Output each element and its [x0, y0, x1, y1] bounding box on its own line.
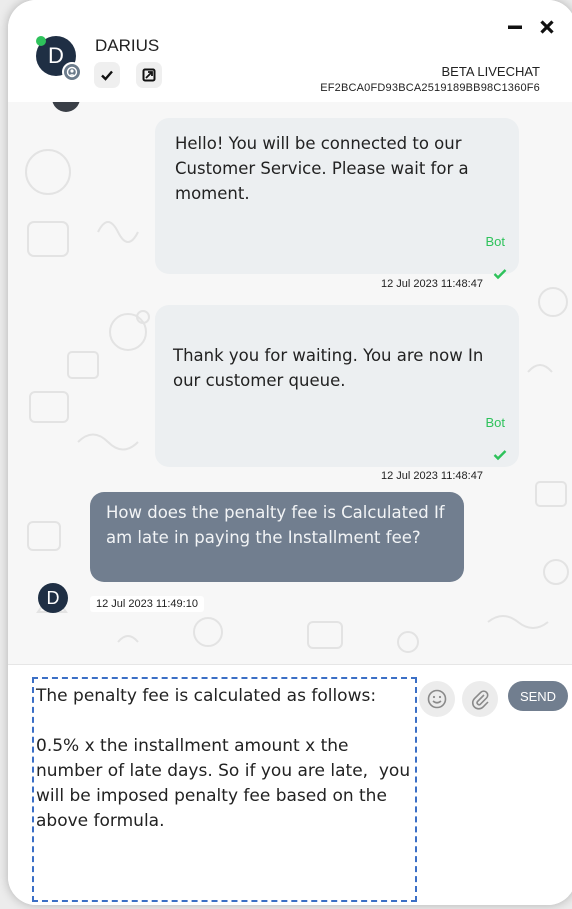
- chat-header: D DARIUS BETA LIVECHAT EF2BCA0FD93BCA251…: [8, 0, 572, 102]
- emoji-icon: [427, 689, 447, 709]
- send-button[interactable]: SEND: [508, 681, 568, 711]
- user-avatar: D: [38, 583, 68, 613]
- check-icon: [493, 269, 507, 280]
- message-composer: The penalty fee is calculated as follows…: [8, 664, 572, 905]
- bot-message-2: Thank you for waiting. You are now In ou…: [155, 305, 519, 467]
- livechat-window: D DARIUS BETA LIVECHAT EF2BCA0FD93BCA251…: [8, 0, 572, 905]
- user-message: How does the penalty fee is Calculated I…: [90, 492, 464, 582]
- message-text: Hello! You will be connected to our Cust…: [175, 134, 469, 203]
- sender-tag: Bot: [485, 234, 505, 249]
- message-text: Thank you for waiting. You are now In ou…: [173, 346, 484, 390]
- emoji-button[interactable]: [419, 681, 455, 717]
- attach-button[interactable]: [462, 681, 498, 717]
- sender-tag: Bot: [485, 415, 505, 430]
- close-icon: [540, 20, 554, 34]
- session-id: EF2BCA0FD93BCA2519189BB98C1360F6: [320, 82, 540, 94]
- bot-message-1: Hello! You will be connected to our Cust…: [155, 118, 519, 280]
- message-timestamp: 12 Jul 2023 11:48:47: [381, 278, 483, 290]
- transfer-button[interactable]: [136, 62, 162, 88]
- minimize-icon: [508, 25, 522, 29]
- reply-input[interactable]: The penalty fee is calculated as follows…: [32, 677, 417, 902]
- message-timestamp: 12 Jul 2023 11:49:10: [90, 596, 204, 612]
- agent-avatar-wrap: D: [36, 36, 82, 82]
- online-status-dot: [36, 36, 46, 46]
- message-text: How does the penalty fee is Calculated I…: [106, 503, 445, 547]
- check-icon: [493, 450, 507, 461]
- close-button[interactable]: [534, 14, 560, 40]
- message-list[interactable]: Hello! You will be connected to our Cust…: [8, 102, 572, 664]
- check-icon: [101, 70, 113, 81]
- agent-badge-icon: [62, 62, 82, 82]
- minimize-button[interactable]: [502, 14, 528, 40]
- livechat-title: BETA LIVECHAT: [441, 64, 541, 79]
- resolve-button[interactable]: [94, 62, 120, 88]
- paperclip-icon: [472, 690, 489, 710]
- transfer-icon: [142, 68, 156, 82]
- agent-name: DARIUS: [95, 36, 160, 55]
- message-timestamp: 12 Jul 2023 11:48:47: [381, 470, 483, 482]
